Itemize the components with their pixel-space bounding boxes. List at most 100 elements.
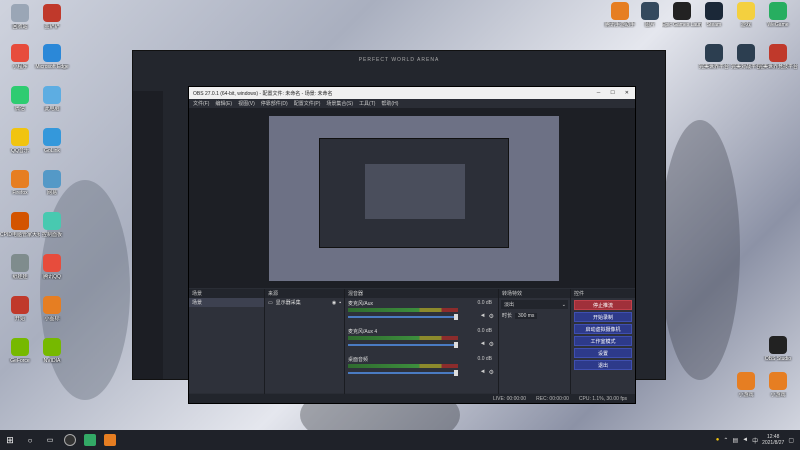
chevron-up-icon[interactable]: ⌃ xyxy=(723,437,728,444)
control-button[interactable]: 退出 xyxy=(574,360,632,370)
gear-icon[interactable]: ⚙ xyxy=(489,369,494,376)
desktop-icon[interactable]: Microsoft Edge xyxy=(32,44,72,70)
menu-item[interactable]: 编辑(E) xyxy=(215,100,232,107)
scenes-list: 场景 xyxy=(189,298,264,393)
source-item-label: 显示器采集 xyxy=(275,300,301,306)
volume-slider[interactable] xyxy=(348,344,458,346)
speaker-icon[interactable]: ◄ xyxy=(480,313,486,320)
obs-window[interactable]: OBS 27.0.1 (64-bit, windows) - 配置文件: 未命名… xyxy=(188,86,636,404)
gear-icon[interactable]: ⚙ xyxy=(489,341,494,348)
desktop-icon[interactable]: WeGame xyxy=(758,2,798,28)
taskbar-app-game[interactable] xyxy=(80,430,100,450)
mixer-dock: 混音器 麦克风/Aux 0.0 dB ◄ ⚙ 麦克风/Aux 4 0.0 dB ◄ ⚙ 桌面音频… xyxy=(345,289,499,403)
volume-icon[interactable]: ◄ xyxy=(742,437,748,443)
source-item[interactable]: ▭ 显示器采集 ◉ ▪ xyxy=(265,298,344,307)
lock-icon[interactable]: ▪ xyxy=(339,300,341,306)
desktop-icon[interactable]: NVIDIA xyxy=(32,338,72,364)
speaker-icon[interactable]: ◄ xyxy=(480,341,486,348)
menu-item[interactable]: 工具(T) xyxy=(359,100,375,107)
desktop-icon-label: WeGame xyxy=(767,22,789,28)
scene-item[interactable]: 场景 xyxy=(189,298,264,307)
windows-icon[interactable]: ⊞ xyxy=(0,430,20,450)
control-button[interactable]: 停止推流 xyxy=(574,300,632,310)
chevron-down-icon: ⌄ xyxy=(561,301,566,308)
desktop-icon[interactable]: 腾讯QQ xyxy=(32,254,72,280)
app-icon xyxy=(43,86,61,104)
obs-titlebar: OBS 27.0.1 (64-bit, windows) - 配置文件: 未命名… xyxy=(189,87,635,99)
desktop-icon-label: NVIDIA xyxy=(43,358,61,364)
menu-item[interactable]: 视图(V) xyxy=(238,100,255,107)
desktop-icon[interactable]: 金铲铲 xyxy=(32,4,72,30)
menu-item[interactable]: 场景集合(S) xyxy=(326,100,353,107)
taskbar-app-obs[interactable] xyxy=(60,430,80,450)
sources-list: ▭ 显示器采集 ◉ ▪ xyxy=(265,298,344,393)
control-button[interactable]: 工作室模式 xyxy=(574,336,632,346)
app-icon xyxy=(43,44,61,62)
desktop-icon-label: 完美世界竞技平台 xyxy=(758,64,798,70)
scenes-dock: 场景 场景 + − ⌃ ⌄ xyxy=(189,289,265,403)
app-icon xyxy=(611,2,629,20)
search-icon[interactable]: ○ xyxy=(20,430,40,450)
desktop-icon[interactable]: GoLink xyxy=(32,128,72,154)
control-button[interactable]: 设置 xyxy=(574,348,632,358)
eye-icon[interactable]: ◉ xyxy=(332,300,336,306)
volume-slider-handle[interactable] xyxy=(454,342,458,348)
sources-dock: 来源 ▭ 显示器采集 ◉ ▪ + − ⚙ ⌃ ⌄ xyxy=(265,289,345,403)
close-icon[interactable]: ✕ xyxy=(625,90,629,96)
mixer-channel-db: 0.0 dB xyxy=(477,300,492,306)
desktop-icon[interactable]: 此电脑 xyxy=(32,86,72,112)
gear-icon[interactable]: ⚙ xyxy=(489,313,494,320)
desktop-icon-label: 控制面板 xyxy=(41,232,62,238)
mixer-channel-name: 麦克风/Aux 4 xyxy=(348,329,378,335)
mixer-header: 混音器 xyxy=(345,289,498,298)
app-icon xyxy=(11,44,29,62)
minimize-icon[interactable]: ─ xyxy=(597,90,601,96)
game-launcher-title: PERFECT WORLD ARENA xyxy=(358,57,440,63)
controls-header: 控件 xyxy=(571,289,635,298)
volume-slider[interactable] xyxy=(348,316,458,318)
desktop-icon[interactable]: 小游戏 xyxy=(758,372,798,398)
taskbar-date[interactable]: 2021/8/27 xyxy=(762,440,784,446)
menu-item[interactable]: 停靠部件(D) xyxy=(261,100,288,107)
ime-icon[interactable]: 中 xyxy=(752,436,758,445)
app-icon xyxy=(11,4,29,22)
volume-meter xyxy=(348,308,458,312)
app-icon xyxy=(43,170,61,188)
app-icon xyxy=(43,254,61,272)
obs-statusbar: LIVE: 00:00:00 REC: 00:00:00 CPU: 1.1%, … xyxy=(189,394,635,403)
duration-label: 时长 xyxy=(502,313,513,319)
obs-preview-area[interactable] xyxy=(189,108,635,288)
app-icon xyxy=(43,4,61,22)
menu-item[interactable]: 配置文件(P) xyxy=(294,100,321,107)
mixer-channel-name: 桌面音频 xyxy=(348,357,369,363)
preview-display-capture xyxy=(269,116,559,281)
desktop-icon[interactable]: 小图标 xyxy=(32,296,72,322)
weather-icon[interactable]: ● xyxy=(716,437,720,443)
menu-item[interactable]: 帮助(H) xyxy=(381,100,398,107)
volume-slider-handle[interactable] xyxy=(454,370,458,376)
desktop-icon[interactable]: 网易 xyxy=(32,170,72,196)
notification-icon[interactable]: ▢ xyxy=(788,437,794,444)
menu-item[interactable]: 文件(F) xyxy=(193,100,209,107)
desktop-icon[interactable]: 完美世界竞技平台 xyxy=(758,44,798,70)
transitions-dock: 转场特效 淡出 ⌄ 时长 300 ms xyxy=(499,289,571,403)
taskbar-app-launcher[interactable] xyxy=(100,430,120,450)
desktop-icon[interactable]: OBS Studio xyxy=(758,336,798,362)
volume-slider-handle[interactable] xyxy=(454,314,458,320)
network-icon[interactable]: ▤ xyxy=(732,437,738,444)
taskview-icon[interactable]: ▭ xyxy=(40,430,60,450)
desktop-icon-label: OBS Studio xyxy=(764,356,792,362)
duration-input[interactable]: 300 ms xyxy=(515,312,538,319)
rec-time: REC: 00:00:00 xyxy=(536,395,569,402)
control-button[interactable]: 启动虚拟摄像机 xyxy=(574,324,632,334)
volume-meter xyxy=(348,336,458,340)
app-icon xyxy=(705,44,723,62)
maximize-icon[interactable]: ☐ xyxy=(610,90,614,96)
transition-select[interactable]: 淡出 ⌄ xyxy=(501,300,568,309)
app-icon xyxy=(11,212,29,230)
control-button[interactable]: 开始录制 xyxy=(574,312,632,322)
speaker-icon[interactable]: ◄ xyxy=(480,369,486,376)
desktop-icon[interactable]: 控制面板 xyxy=(32,212,72,238)
live-time: LIVE: 00:00:00 xyxy=(493,395,527,402)
volume-slider[interactable] xyxy=(348,372,458,374)
